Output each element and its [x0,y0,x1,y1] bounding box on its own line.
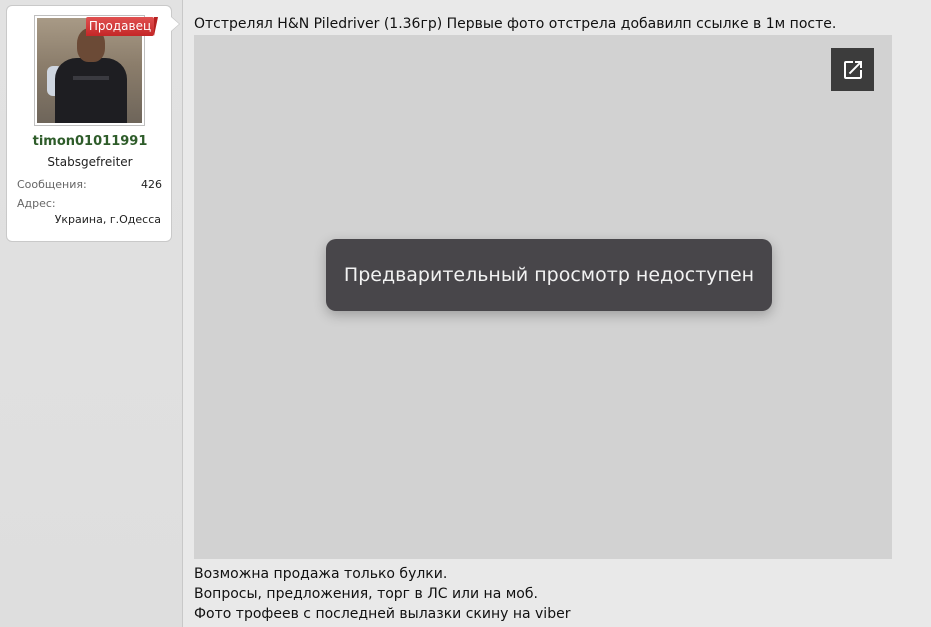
signature-line-2: Вопросы, предложения, торг в ЛС или на м… [194,586,538,602]
preview-unavailable-message: Предварительный просмотр недоступен [326,239,772,311]
stat-messages: Сообщения: 426 [17,178,162,191]
open-in-new-button[interactable] [831,48,874,91]
username[interactable]: timon01011991 [7,134,173,149]
open-in-new-icon [843,60,862,79]
seller-badge: Продавец [86,17,158,36]
avatar-body [55,58,127,123]
user-card: Продавец timon01011991 Stabsgefreiter Со… [6,5,180,242]
signature-line-3: Фото трофеев с последней вылазки скину н… [194,606,571,622]
stat-messages-value[interactable]: 426 [141,178,162,191]
stat-address-value: Украина, г.Одесса [54,213,161,226]
user-rank: Stabsgefreiter [47,155,133,169]
stat-address-label: Адрес: [17,197,56,210]
author-sidebar: Продавец timon01011991 Stabsgefreiter Со… [0,0,183,627]
signature-line-1: Возможна продажа только булки. [194,566,448,582]
stat-address: Адрес: [17,197,162,210]
embedded-preview: Предварительный просмотр недоступен [194,35,892,559]
avatar-strap [73,76,109,80]
stat-messages-label: Сообщения: [17,178,87,191]
post-intro-text: Отстрелял H&N Piledriver (1.36гр) Первые… [194,16,837,32]
